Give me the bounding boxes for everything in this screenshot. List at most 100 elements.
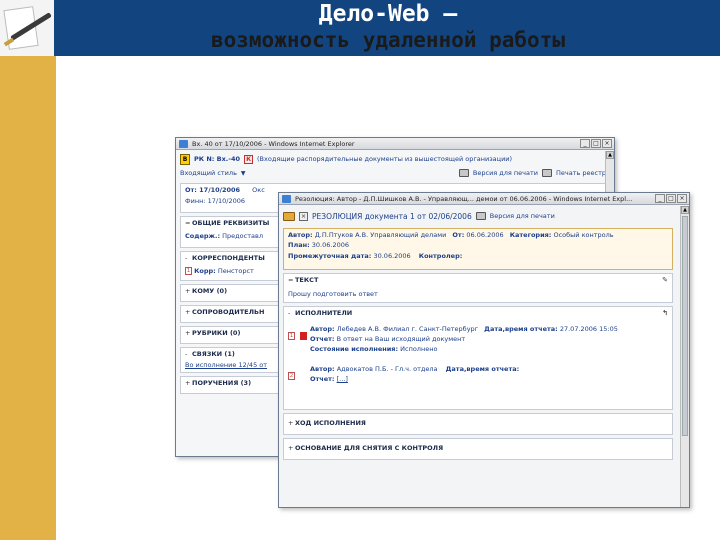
section-toggle[interactable]: -	[288, 309, 295, 317]
section-title: ТЕКСТ	[295, 276, 319, 284]
executor-datetime-label: Дата,время отчета:	[445, 365, 520, 373]
category-label: Категория:	[509, 231, 552, 239]
resolution-heading: РЕЗОЛЮЦИЯ документа 1 от 02/06/2006	[312, 211, 472, 221]
interim-label: Промежуточная дата:	[288, 252, 372, 260]
item-number-box: 1	[185, 267, 192, 275]
plan-value: 30.06.2006	[311, 241, 349, 249]
maximize-button[interactable]: □	[666, 194, 676, 203]
content-value: Предоставл	[222, 232, 263, 240]
section-text: = ТЕКСТ ✎ Прошу подготовить ответ	[283, 273, 673, 303]
resolution-print-button[interactable]: Версия для печати	[490, 212, 555, 220]
corr-value: Пенсторст	[217, 267, 254, 275]
section-title: ХОД ИСПОЛНЕНИЯ	[295, 419, 366, 427]
flag-icon	[300, 331, 308, 340]
author-value: Д.П.Птуков А.В. Управляющий делами	[314, 231, 447, 239]
section-toggle[interactable]: +	[288, 419, 295, 427]
executor-item: 2 Автор: Адвокатов П.Б. - Гл.ч. отдела Д…	[288, 365, 668, 383]
minimize-button[interactable]: _	[655, 194, 665, 203]
executor-author-value: Адвокатов П.Б. - Гл.ч. отдела	[336, 365, 438, 373]
recipient-line: Финн: 17/10/2006	[185, 197, 246, 205]
section-toggle[interactable]: -	[185, 254, 192, 262]
interim-value: 30.06.2006	[373, 252, 411, 260]
section-toggle[interactable]: +	[185, 287, 192, 295]
close-doc-icon[interactable]: ×	[299, 211, 308, 221]
reply-icon[interactable]: ↰	[662, 309, 668, 317]
section-toggle[interactable]: +	[185, 308, 192, 316]
resolution-window: Резолюция: Автор - Д.П.Шишков А.В. - Упр…	[278, 192, 690, 508]
close-button[interactable]: ×	[677, 194, 687, 203]
section-title: СВЯЗКИ (1)	[192, 350, 235, 358]
controller-label: Контролер:	[418, 252, 463, 260]
slide-title: Дело-Web – возможность удаленной работы	[56, 0, 720, 52]
logo	[0, 0, 56, 56]
resolution-details: Автор: Д.П.Птуков А.В. Управляющий делам…	[283, 228, 673, 270]
executor-author-value: Лебедев А.В. Филиал г. Санкт-Петербург	[336, 325, 479, 333]
section-title: ПОРУЧЕНИЯ (3)	[192, 379, 252, 387]
section-executors: - ИСПОЛНИТЕЛИ ↰ 1 Автор: Лебедев А.В. Фил…	[283, 306, 673, 410]
from-label: От:	[452, 231, 465, 239]
executor-status-label: Состояние исполнения:	[310, 345, 399, 353]
chevron-down-icon[interactable]: ▼	[241, 170, 246, 177]
section-title: КОМУ (0)	[192, 287, 228, 295]
printer-icon[interactable]	[475, 212, 486, 220]
section-progress: + ХОД ИСПОЛНЕНИЯ	[283, 413, 673, 435]
section-title: СОПРОВОДИТЕЛЬН	[192, 308, 265, 316]
executor-report-link[interactable]: [...]	[337, 375, 348, 383]
executor-report-value: В ответ на Ваш исходящий документ	[336, 335, 466, 343]
resolution-window-title: Резолюция: Автор - Д.П.Шишков А.В. - Упр…	[295, 195, 633, 203]
executor-item: 1 Автор: Лебедев А.В. Филиал г. Санкт-Пе…	[288, 325, 668, 353]
from-value: 06.06.2006	[466, 231, 504, 239]
reg-number: РК N: Вх.-40	[194, 155, 241, 163]
from-line: От: 17/10/2006	[185, 186, 241, 194]
section-toggle[interactable]: =	[185, 219, 192, 227]
section-title: ОБЩИЕ РЕКВИЗИТЫ	[192, 219, 270, 227]
printer-icon[interactable]	[542, 169, 552, 177]
close-button[interactable]: ×	[602, 139, 612, 148]
scroll-up-icon[interactable]: ▲	[681, 206, 689, 214]
corr-label: Корр:	[194, 267, 216, 275]
section-control-removal: + ОСНОВАНИЕ ДЛЯ СНЯТИЯ С КОНТРОЛЯ	[283, 438, 673, 460]
item-number-box: 1	[288, 331, 295, 340]
section-title: РУБРИКИ (0)	[192, 329, 241, 337]
printer-icon[interactable]	[458, 169, 469, 177]
link-execution[interactable]: Во исполнение 12/45 от	[185, 361, 267, 369]
category-value: Особый контроль	[553, 231, 614, 239]
from-suffix: Окс	[252, 186, 265, 194]
folder-icon[interactable]	[283, 211, 295, 221]
maximize-button[interactable]: □	[591, 139, 601, 148]
section-toggle[interactable]: +	[185, 329, 192, 337]
doc-toolbar: Входящий стиль ▼ Версия для печати Печат…	[176, 166, 614, 180]
card-icon[interactable]: К	[244, 154, 254, 164]
doc-kind-label[interactable]: Входящий стиль	[180, 169, 237, 177]
section-toggle[interactable]: =	[288, 276, 295, 284]
section-toggle[interactable]: +	[288, 444, 295, 452]
executor-status-value: Исполнено	[400, 345, 438, 353]
ie-icon	[282, 195, 291, 203]
author-label: Автор:	[288, 231, 313, 239]
print-reestr-button[interactable]: Печать реестра	[556, 169, 610, 177]
scroll-up-icon[interactable]: ▲	[606, 151, 614, 159]
content-label: Содерж.:	[185, 232, 221, 240]
executor-report-label: Отчет:	[310, 375, 335, 383]
executor-author-label: Автор:	[310, 325, 335, 333]
plan-label: План:	[288, 241, 310, 249]
slide-title-line1: Дело-Web –	[318, 1, 458, 27]
left-accent-strip	[0, 0, 56, 540]
text-body: Прошу подготовить ответ	[288, 290, 378, 298]
section-toggle[interactable]: -	[185, 350, 192, 358]
executor-datetime-label: Дата,время отчета:	[484, 325, 558, 333]
section-title: ИСПОЛНИТЕЛИ	[295, 309, 353, 317]
section-toggle[interactable]: +	[185, 379, 192, 387]
resolution-scrollbar[interactable]: ▲	[680, 206, 689, 507]
scroll-thumb[interactable]	[682, 216, 688, 436]
document-badge-icon: В	[180, 153, 190, 165]
minimize-button[interactable]: _	[580, 139, 590, 148]
doc-header-row: В РК N: Вх.-40 К (Входящие распорядитель…	[176, 152, 614, 166]
resolution-window-titlebar: Резолюция: Автор - Д.П.Шишков А.В. - Упр…	[279, 193, 689, 205]
print-version-button[interactable]: Версия для печати	[473, 169, 538, 177]
ie-icon	[179, 140, 188, 148]
document-window-title: Вх. 40 от 17/10/2006 - Windows Internet …	[192, 140, 355, 148]
executor-report-label: Отчет:	[310, 335, 335, 343]
edit-icon[interactable]: ✎	[662, 276, 668, 284]
section-title: КОРРЕСПОНДЕНТЫ	[192, 254, 265, 262]
